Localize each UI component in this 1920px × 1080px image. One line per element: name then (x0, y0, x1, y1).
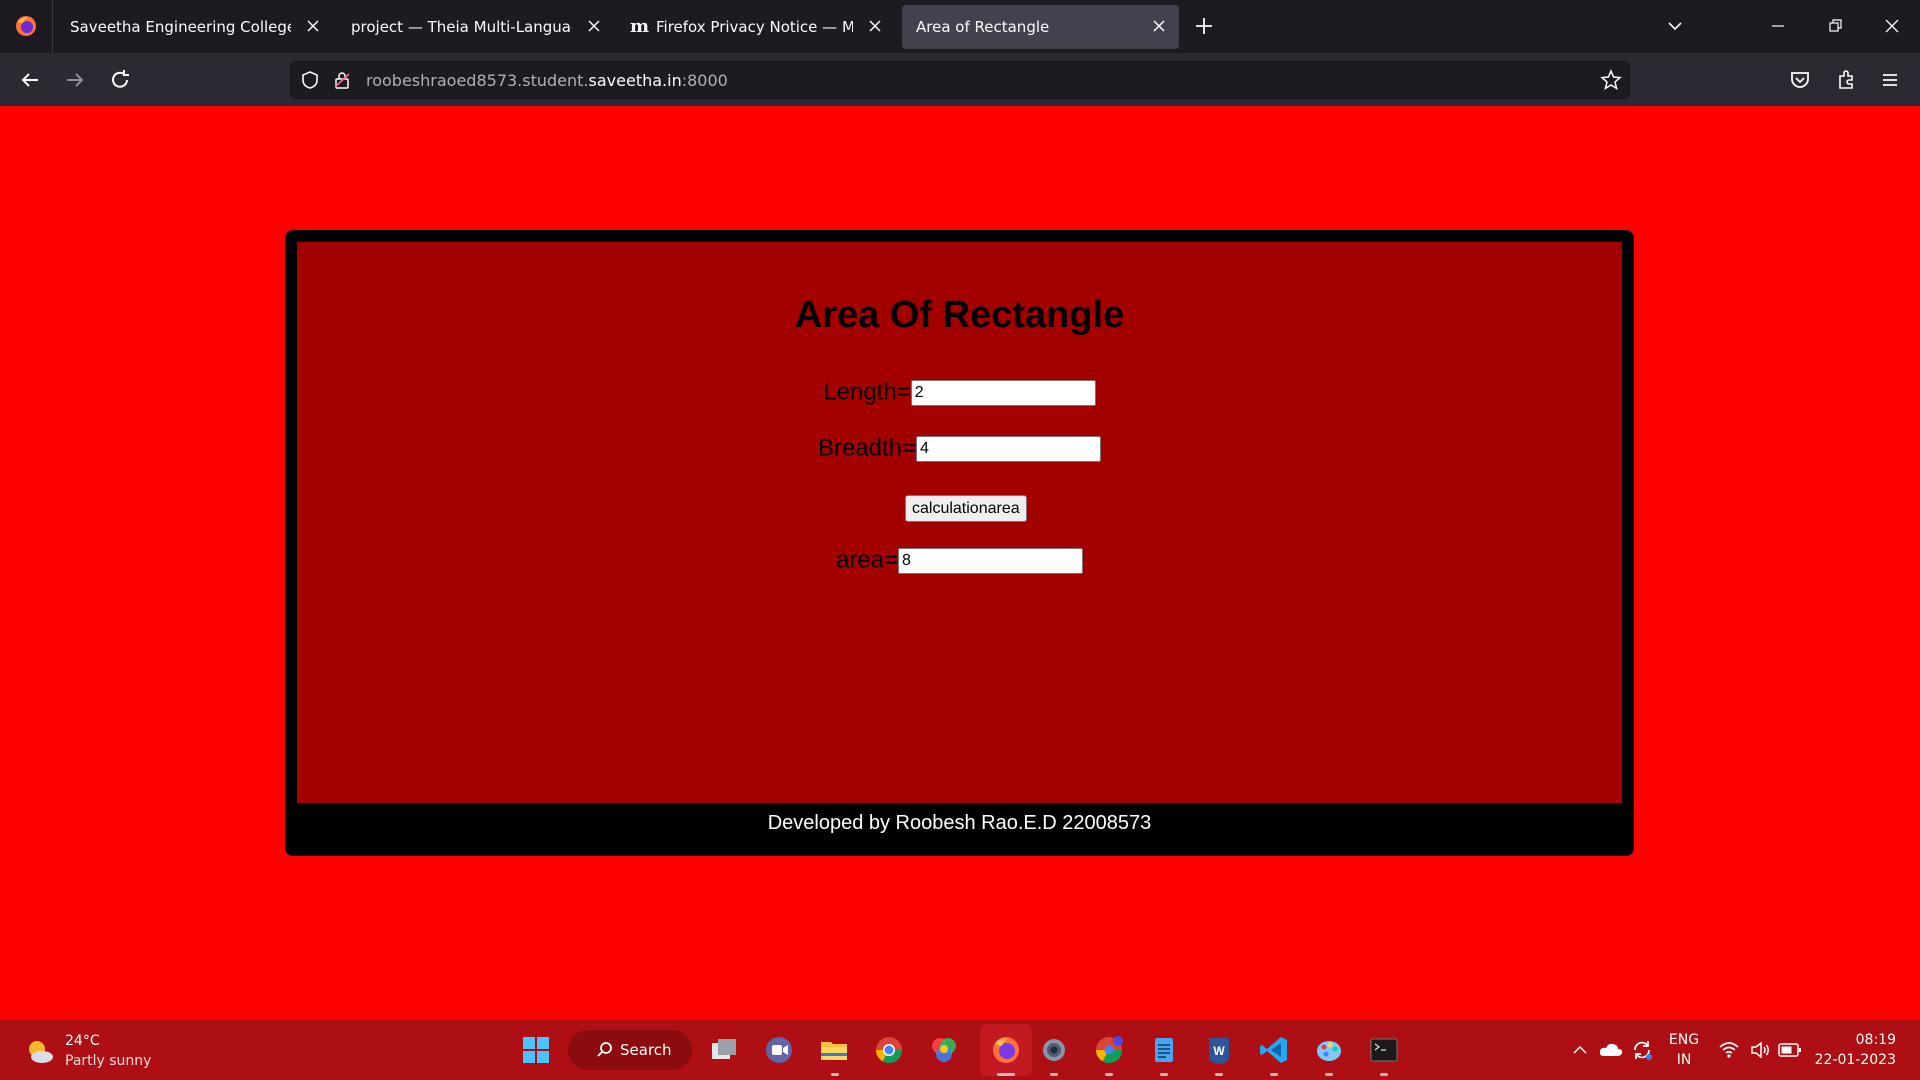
tab-area-of-rectangle[interactable]: Area of Rectangle (902, 5, 1179, 49)
running-indicator (1215, 1073, 1223, 1076)
running-indicator (1160, 1073, 1168, 1076)
url-host: saveetha.in (588, 71, 682, 90)
tab-saveetha[interactable]: Saveetha Engineering College (56, 5, 333, 49)
running-indicator (1050, 1073, 1058, 1076)
page-viewport: Area Of Rectangle Length= Breadth= calcu… (0, 106, 1920, 1020)
url-port: :8000 (681, 71, 728, 90)
close-window-icon[interactable] (1882, 16, 1902, 36)
url-subdomain: roobeshraoed8573.student. (366, 71, 589, 90)
close-icon[interactable] (1149, 16, 1169, 36)
tab-firefox-privacy[interactable]: m Firefox Privacy Notice — Mozill (618, 5, 895, 49)
windows-start-icon[interactable] (520, 1034, 552, 1066)
chrome-icon[interactable] (873, 1034, 905, 1066)
tab-title: Saveetha Engineering College (70, 18, 291, 36)
forward-arrow-icon[interactable] (63, 68, 87, 92)
weather-condition: Partly sunny (65, 1053, 152, 1069)
insecure-lock-icon[interactable] (332, 70, 352, 90)
word-icon[interactable]: W (1203, 1034, 1235, 1066)
minimize-icon[interactable] (1768, 16, 1788, 36)
breadth-input[interactable] (916, 435, 1102, 462)
back-arrow-icon[interactable] (18, 68, 42, 92)
length-row: Length= (297, 378, 1622, 407)
browser-tab-bar: Saveetha Engineering College project — T… (0, 0, 1920, 53)
close-icon[interactable] (303, 16, 323, 36)
running-indicator-active (997, 1073, 1015, 1076)
footer-credit: Developed by Roobesh Rao.E.D 22008573 (767, 812, 1152, 834)
close-icon[interactable] (584, 16, 604, 36)
area-label: area= (835, 546, 899, 574)
search-icon (597, 1042, 612, 1057)
reload-icon[interactable] (108, 68, 132, 92)
running-indicator (1270, 1073, 1278, 1076)
taskbar-search[interactable]: Search (568, 1030, 692, 1070)
pocket-icon[interactable] (1788, 68, 1812, 92)
list-all-tabs-chevron-icon[interactable] (1665, 16, 1685, 36)
onedrive-cloud-icon[interactable] (1598, 1038, 1624, 1060)
taskbar-clock[interactable]: 08:19 22-01-2023 (1815, 1030, 1896, 1070)
calculate-area-button[interactable]: calculationarea (905, 495, 1027, 522)
browser-nav-bar: roobeshraoed8573.student.saveetha.in:800… (0, 53, 1920, 106)
hamburger-menu-icon[interactable] (1878, 68, 1902, 92)
color-app-icon[interactable] (928, 1034, 960, 1066)
battery-icon[interactable] (1778, 1041, 1802, 1059)
running-indicator (1325, 1073, 1333, 1076)
sync-icon[interactable] (1630, 1038, 1654, 1062)
volume-icon[interactable] (1749, 1039, 1771, 1061)
mozilla-m-icon: m (630, 16, 650, 37)
length-label: Length= (823, 378, 911, 406)
tab-title: Firefox Privacy Notice — Mozill (656, 18, 853, 36)
bookmark-star-icon[interactable] (1600, 69, 1622, 91)
language-line-1[interactable]: ENG (1668, 1032, 1700, 1048)
running-indicator (1380, 1073, 1388, 1076)
running-indicator (1105, 1073, 1113, 1076)
task-view-icon[interactable] (708, 1034, 740, 1066)
breadth-label: Breadth= (817, 434, 917, 462)
tab-separator (52, 0, 53, 53)
url-text[interactable]: roobeshraoed8573.student.saveetha.in:800… (366, 71, 728, 90)
area-row: area= (297, 546, 1622, 575)
tab-theia-project[interactable]: project — Theia Multi-Language Ex (337, 5, 614, 49)
tab-title: project — Theia Multi-Language Ex (351, 18, 572, 36)
terminal-icon[interactable] (1368, 1034, 1400, 1066)
calculator-frame: Area Of Rectangle Length= Breadth= calcu… (285, 230, 1634, 856)
breadth-row: Breadth= (297, 434, 1622, 463)
tab-title: Area of Rectangle (916, 18, 1050, 36)
page-title: Area Of Rectangle (794, 294, 1125, 336)
close-icon[interactable] (865, 16, 885, 36)
new-tab-plus-icon[interactable] (1193, 15, 1215, 37)
teams-chat-icon[interactable] (763, 1034, 795, 1066)
weather-widget[interactable]: 24°C Partly sunny (24, 1032, 204, 1072)
clock-time: 08:19 (1855, 1032, 1896, 1048)
restore-icon[interactable] (1825, 16, 1845, 36)
paint-icon[interactable] (1313, 1034, 1345, 1066)
shield-icon[interactable] (300, 70, 320, 90)
area-output[interactable] (898, 547, 1084, 574)
partly-sunny-icon (29, 1041, 53, 1063)
language-line-2[interactable]: IN (1668, 1052, 1700, 1068)
length-input[interactable] (910, 379, 1096, 406)
wifi-icon[interactable] (1718, 1039, 1740, 1061)
extensions-puzzle-icon[interactable] (1834, 68, 1858, 92)
windows-taskbar: 24°C Partly sunny Search W ENG IN 08:19 … (0, 1020, 1920, 1080)
firefox-icon[interactable] (990, 1034, 1022, 1066)
svg-text:W: W (1213, 1044, 1225, 1058)
search-label: Search (620, 1041, 672, 1059)
vscode-icon[interactable] (1258, 1034, 1290, 1066)
notepad-icon[interactable] (1148, 1034, 1180, 1066)
file-explorer-icon[interactable] (818, 1034, 850, 1066)
chrome-profile-icon[interactable] (1093, 1034, 1125, 1066)
weather-temperature: 24°C (65, 1033, 100, 1049)
settings-icon[interactable] (1038, 1034, 1070, 1066)
clock-date: 22-01-2023 (1814, 1052, 1896, 1068)
address-bar[interactable]: roobeshraoed8573.student.saveetha.in:800… (290, 61, 1630, 99)
show-hidden-icons-chevron-icon[interactable] (1571, 1041, 1589, 1059)
firefox-menu-icon[interactable] (14, 14, 38, 38)
running-indicator (831, 1073, 839, 1076)
calculator-panel: Area Of Rectangle Length= Breadth= calcu… (297, 242, 1622, 803)
